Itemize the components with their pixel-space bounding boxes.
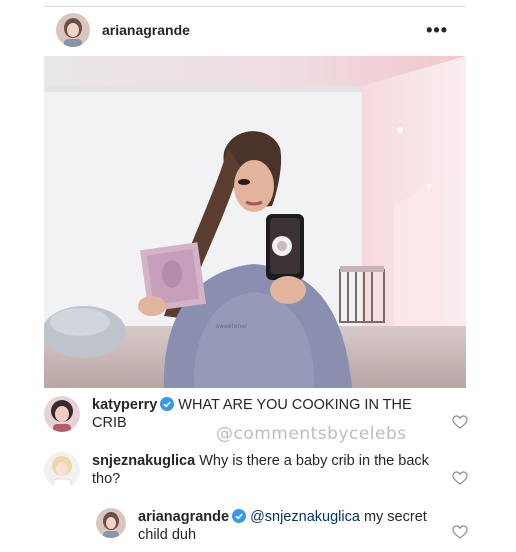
post-top-border xyxy=(44,6,466,7)
heart-icon[interactable] xyxy=(452,414,468,430)
post-author-username[interactable]: arianagrande xyxy=(102,22,190,38)
commenter-avatar[interactable] xyxy=(96,508,126,538)
comment-body: arianagrande @snjeznakuglica my secret ch… xyxy=(138,508,436,544)
comment-reply-item: arianagrande @snjeznakuglica my secret ch… xyxy=(96,508,436,544)
verified-badge-icon xyxy=(232,509,247,523)
commenter-avatar[interactable] xyxy=(44,452,80,488)
post-photo[interactable]: sweetener xyxy=(44,56,466,388)
comment-username[interactable]: snjeznakuglica xyxy=(92,453,195,469)
post-author-avatar[interactable] xyxy=(56,13,90,47)
svg-text:sweetener: sweetener xyxy=(216,323,248,330)
post-header: arianagrande ••• xyxy=(44,8,466,52)
heart-icon[interactable] xyxy=(452,470,468,486)
more-options-icon[interactable]: ••• xyxy=(426,20,448,41)
comment-mention-link[interactable]: @snjeznakuglica xyxy=(250,509,360,525)
comment-item: snjeznakuglica Why is there a baby crib … xyxy=(44,452,434,488)
comment-body: snjeznakuglica Why is there a baby crib … xyxy=(92,452,434,488)
commenter-avatar[interactable] xyxy=(44,396,80,432)
comment-username[interactable]: arianagrande xyxy=(138,509,229,525)
comment-username[interactable]: katyperry xyxy=(92,397,157,413)
heart-icon[interactable] xyxy=(452,524,468,540)
watermark-text: @commentsbycelebs xyxy=(216,424,407,444)
verified-badge-icon xyxy=(160,397,175,411)
